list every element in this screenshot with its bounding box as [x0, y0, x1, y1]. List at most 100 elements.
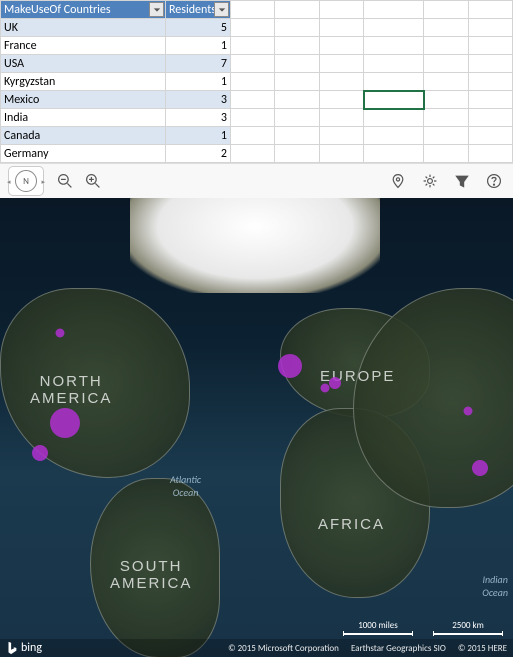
- cell[interactable]: [275, 37, 319, 55]
- settings-gear-icon[interactable]: [419, 170, 441, 192]
- header-residents[interactable]: Residents: [166, 1, 231, 19]
- residents-cell[interactable]: 3: [166, 91, 231, 109]
- residents-cell[interactable]: 1: [166, 127, 231, 145]
- filter-dropdown-icon[interactable]: [149, 2, 164, 17]
- country-cell[interactable]: Germany: [1, 145, 166, 163]
- data-bubble-mexico[interactable]: [32, 445, 48, 461]
- scale-bar: 1000 miles 2500 km: [343, 620, 503, 635]
- cell[interactable]: [468, 37, 512, 55]
- cell[interactable]: [468, 73, 512, 91]
- cell[interactable]: [468, 127, 512, 145]
- bing-map[interactable]: NORTHAMERICA SOUTHAMERICA EUROPE AFRICA …: [0, 198, 513, 657]
- cell[interactable]: [468, 109, 512, 127]
- cell[interactable]: [231, 73, 275, 91]
- cell[interactable]: [275, 91, 319, 109]
- cell[interactable]: [424, 145, 468, 163]
- data-bubble-uk[interactable]: [278, 354, 302, 378]
- residents-cell[interactable]: 1: [166, 37, 231, 55]
- data-bubble-usa[interactable]: [50, 408, 80, 438]
- label-south-america: SOUTHAMERICA: [110, 558, 192, 592]
- country-cell[interactable]: UK: [1, 19, 166, 37]
- cell[interactable]: [364, 109, 424, 127]
- cell[interactable]: [275, 1, 319, 19]
- zoom-out-button[interactable]: [54, 170, 76, 192]
- country-cell[interactable]: USA: [1, 55, 166, 73]
- cell[interactable]: [424, 127, 468, 145]
- country-cell[interactable]: Mexico: [1, 91, 166, 109]
- cell[interactable]: [364, 19, 424, 37]
- residents-cell[interactable]: 1: [166, 73, 231, 91]
- cell[interactable]: [364, 37, 424, 55]
- cell[interactable]: [319, 73, 363, 91]
- cell[interactable]: [275, 109, 319, 127]
- country-cell[interactable]: India: [1, 109, 166, 127]
- filter-funnel-icon[interactable]: [451, 170, 473, 192]
- map-attribution: bing © 2015 Microsoft Corporation Earths…: [0, 639, 513, 657]
- location-pin-icon[interactable]: [387, 170, 409, 192]
- cell[interactable]: [319, 127, 363, 145]
- cell[interactable]: [231, 55, 275, 73]
- cell[interactable]: [364, 55, 424, 73]
- selected-cell[interactable]: [364, 91, 424, 109]
- filter-dropdown-icon[interactable]: [214, 2, 229, 17]
- cell[interactable]: [424, 109, 468, 127]
- cell[interactable]: [231, 91, 275, 109]
- cell[interactable]: [424, 37, 468, 55]
- label-atlantic: AtlanticOcean: [170, 473, 201, 499]
- cell[interactable]: [424, 19, 468, 37]
- country-cell[interactable]: Kyrgyzstan: [1, 73, 166, 91]
- cell[interactable]: [319, 91, 363, 109]
- cell[interactable]: [319, 145, 363, 163]
- residents-cell[interactable]: 7: [166, 55, 231, 73]
- data-bubble-kyrgyzstan[interactable]: [464, 407, 473, 416]
- cell[interactable]: [424, 1, 468, 19]
- cell[interactable]: [231, 145, 275, 163]
- cell[interactable]: [424, 55, 468, 73]
- cell[interactable]: [319, 37, 363, 55]
- cell[interactable]: [424, 73, 468, 91]
- residents-cell[interactable]: 5: [166, 19, 231, 37]
- country-cell[interactable]: Canada: [1, 127, 166, 145]
- cell[interactable]: [468, 19, 512, 37]
- cell[interactable]: [275, 145, 319, 163]
- data-bubble-france[interactable]: [321, 384, 330, 393]
- cell[interactable]: [364, 73, 424, 91]
- header-countries-label: MakeUseOf Countries: [4, 3, 111, 17]
- residents-cell[interactable]: 2: [166, 145, 231, 163]
- header-countries[interactable]: MakeUseOf Countries: [1, 1, 166, 19]
- cell[interactable]: [364, 145, 424, 163]
- cell[interactable]: [231, 1, 275, 19]
- cell[interactable]: [319, 1, 363, 19]
- cell[interactable]: [275, 55, 319, 73]
- cell[interactable]: [231, 127, 275, 145]
- cell[interactable]: [468, 55, 512, 73]
- cell[interactable]: [364, 1, 424, 19]
- residents-cell[interactable]: 3: [166, 109, 231, 127]
- table-row: USA7: [1, 55, 513, 73]
- data-bubble-canada[interactable]: [56, 329, 65, 338]
- cell[interactable]: [275, 19, 319, 37]
- cell[interactable]: [468, 1, 512, 19]
- cell[interactable]: [231, 37, 275, 55]
- help-icon[interactable]: [483, 170, 505, 192]
- cell[interactable]: [424, 91, 468, 109]
- table-row: Germany2: [1, 145, 513, 163]
- cell[interactable]: [319, 19, 363, 37]
- cell[interactable]: [468, 91, 512, 109]
- scale-km-label: 2500 km: [452, 620, 484, 631]
- compass-control[interactable]: ◂ ▸ N: [8, 166, 44, 196]
- zoom-in-button[interactable]: [82, 170, 104, 192]
- cell[interactable]: [319, 109, 363, 127]
- cell[interactable]: [275, 127, 319, 145]
- pan-left-icon[interactable]: ◂: [7, 177, 11, 186]
- cell[interactable]: [231, 19, 275, 37]
- pan-right-icon[interactable]: ▸: [41, 177, 45, 186]
- cell[interactable]: [231, 109, 275, 127]
- cell[interactable]: [319, 55, 363, 73]
- cell[interactable]: [364, 127, 424, 145]
- cell[interactable]: [468, 145, 512, 163]
- data-bubble-india[interactable]: [472, 460, 488, 476]
- country-cell[interactable]: France: [1, 37, 166, 55]
- cell[interactable]: [275, 73, 319, 91]
- data-bubble-germany[interactable]: [329, 377, 341, 389]
